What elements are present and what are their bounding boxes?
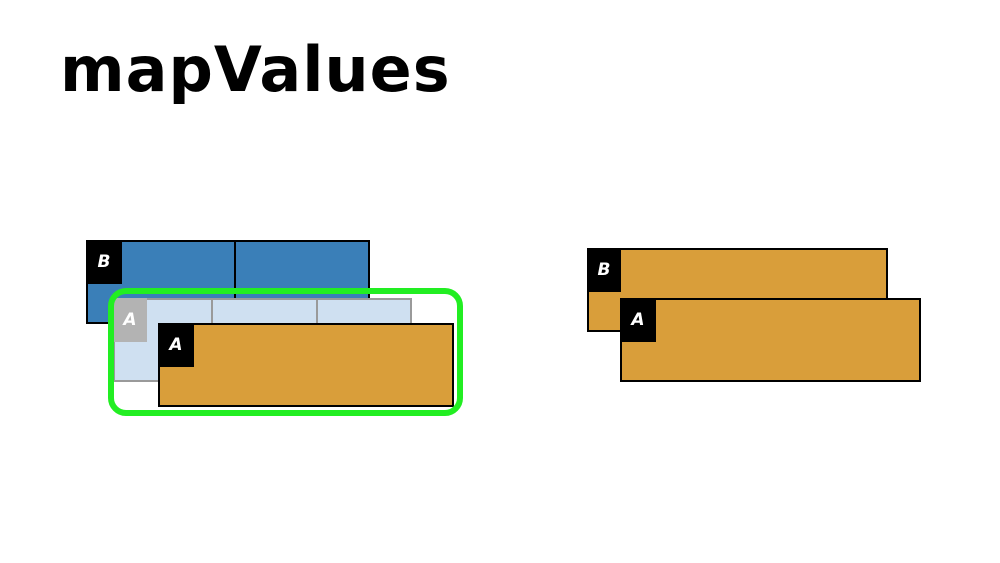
a-orange-row-right [620,298,921,382]
highlight-frame [108,288,463,416]
page-title: mapValues [60,33,451,106]
b-key-label-right: B [587,248,621,292]
a-key-label-right: A [620,298,656,342]
b-key-label: B [86,240,122,284]
